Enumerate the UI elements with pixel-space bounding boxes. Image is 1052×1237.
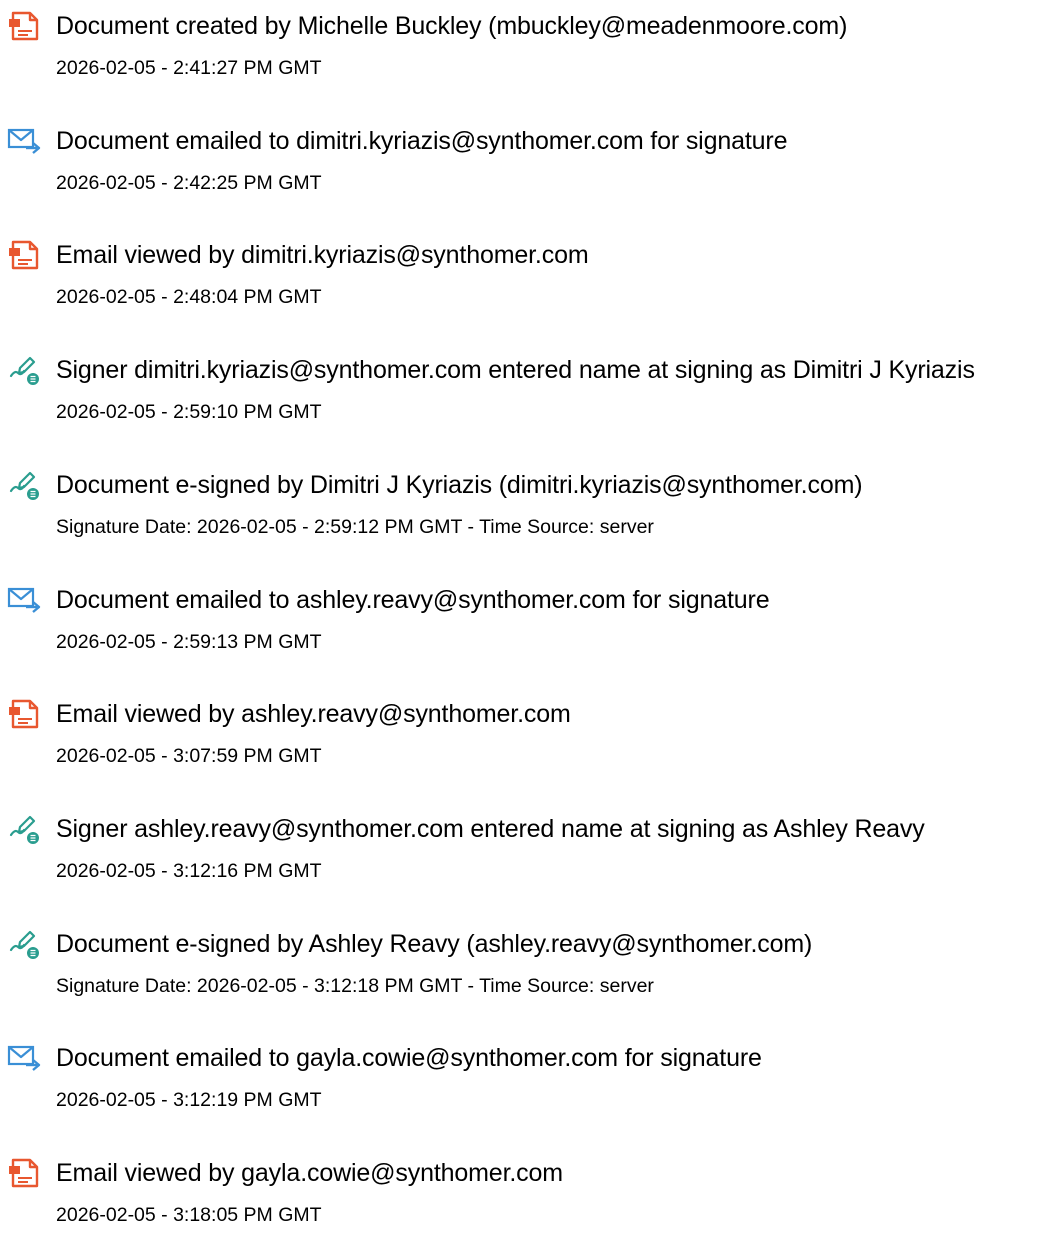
entry-timestamp: 2026-02-05 - 2:59:10 PM GMT [56,401,322,424]
email-sent-icon [6,1042,42,1074]
audit-entry: Document e-signed by Dimitri J Kyriazis … [0,459,1052,549]
audit-entry: Document emailed to gayla.cowie@synthome… [0,1032,1052,1122]
entry-text: Document emailed to gayla.cowie@synthome… [56,1044,762,1073]
audit-entry: Document emailed to dimitri.kyriazis@syn… [0,115,1052,205]
audit-entry: Signer dimitri.kyriazis@synthomer.com en… [0,344,1052,434]
entry-text: Signer dimitri.kyriazis@synthomer.com en… [56,356,975,385]
entry-text: Document emailed to dimitri.kyriazis@syn… [56,126,788,155]
document-icon [6,1157,42,1189]
entry-text: Document created by Michelle Buckley (mb… [56,12,848,40]
audit-entry: Email viewed by gayla.cowie@synthomer.co… [0,1147,1052,1237]
audit-entry: Document emailed to ashley.reavy@synthom… [0,574,1052,664]
entry-timestamp: 2026-02-05 - 3:07:59 PM GMT [56,745,322,768]
audit-entry: Document created by Michelle Buckley (mb… [0,0,1052,90]
entry-signature-date: Signature Date: 2026-02-05 - 3:12:18 PM … [56,974,654,997]
entry-text: Document e-signed by Dimitri J Kyriazis … [56,470,863,499]
email-sent-icon [6,125,42,157]
signature-pen-icon [6,354,42,386]
entry-timestamp: 2026-02-05 - 2:41:27 PM GMT [56,57,322,79]
audit-entry: Email viewed by ashley.reavy@synthomer.c… [0,688,1052,778]
entry-timestamp: 2026-02-05 - 2:48:04 PM GMT [56,286,322,309]
document-icon [6,10,42,42]
entry-text: Email viewed by gayla.cowie@synthomer.co… [56,1159,563,1187]
signature-pen-icon [6,813,42,845]
entry-text: Email viewed by ashley.reavy@synthomer.c… [56,700,571,729]
email-sent-icon [6,584,42,616]
signature-pen-icon [6,469,42,501]
audit-entry: Email viewed by dimitri.kyriazis@synthom… [0,229,1052,319]
entry-text: Email viewed by dimitri.kyriazis@synthom… [56,241,589,270]
entry-signature-date: Signature Date: 2026-02-05 - 2:59:12 PM … [56,515,654,538]
entry-timestamp: 2026-02-05 - 2:59:13 PM GMT [56,630,322,653]
audit-entry: Signer ashley.reavy@synthomer.com entere… [0,803,1052,893]
entry-text: Signer ashley.reavy@synthomer.com entere… [56,814,925,843]
document-icon [6,698,42,730]
entry-text: Document emailed to ashley.reavy@synthom… [56,585,770,614]
audit-entry: Document e-signed by Ashley Reavy (ashle… [0,918,1052,1008]
entry-timestamp: 2026-02-05 - 3:12:16 PM GMT [56,859,322,882]
signature-pen-icon [6,928,42,960]
entry-text: Document e-signed by Ashley Reavy (ashle… [56,929,813,958]
document-icon [6,239,42,271]
entry-timestamp: 2026-02-05 - 3:18:05 PM GMT [56,1204,322,1226]
entry-timestamp: 2026-02-05 - 3:12:19 PM GMT [56,1089,322,1112]
entry-timestamp: 2026-02-05 - 2:42:25 PM GMT [56,171,322,194]
